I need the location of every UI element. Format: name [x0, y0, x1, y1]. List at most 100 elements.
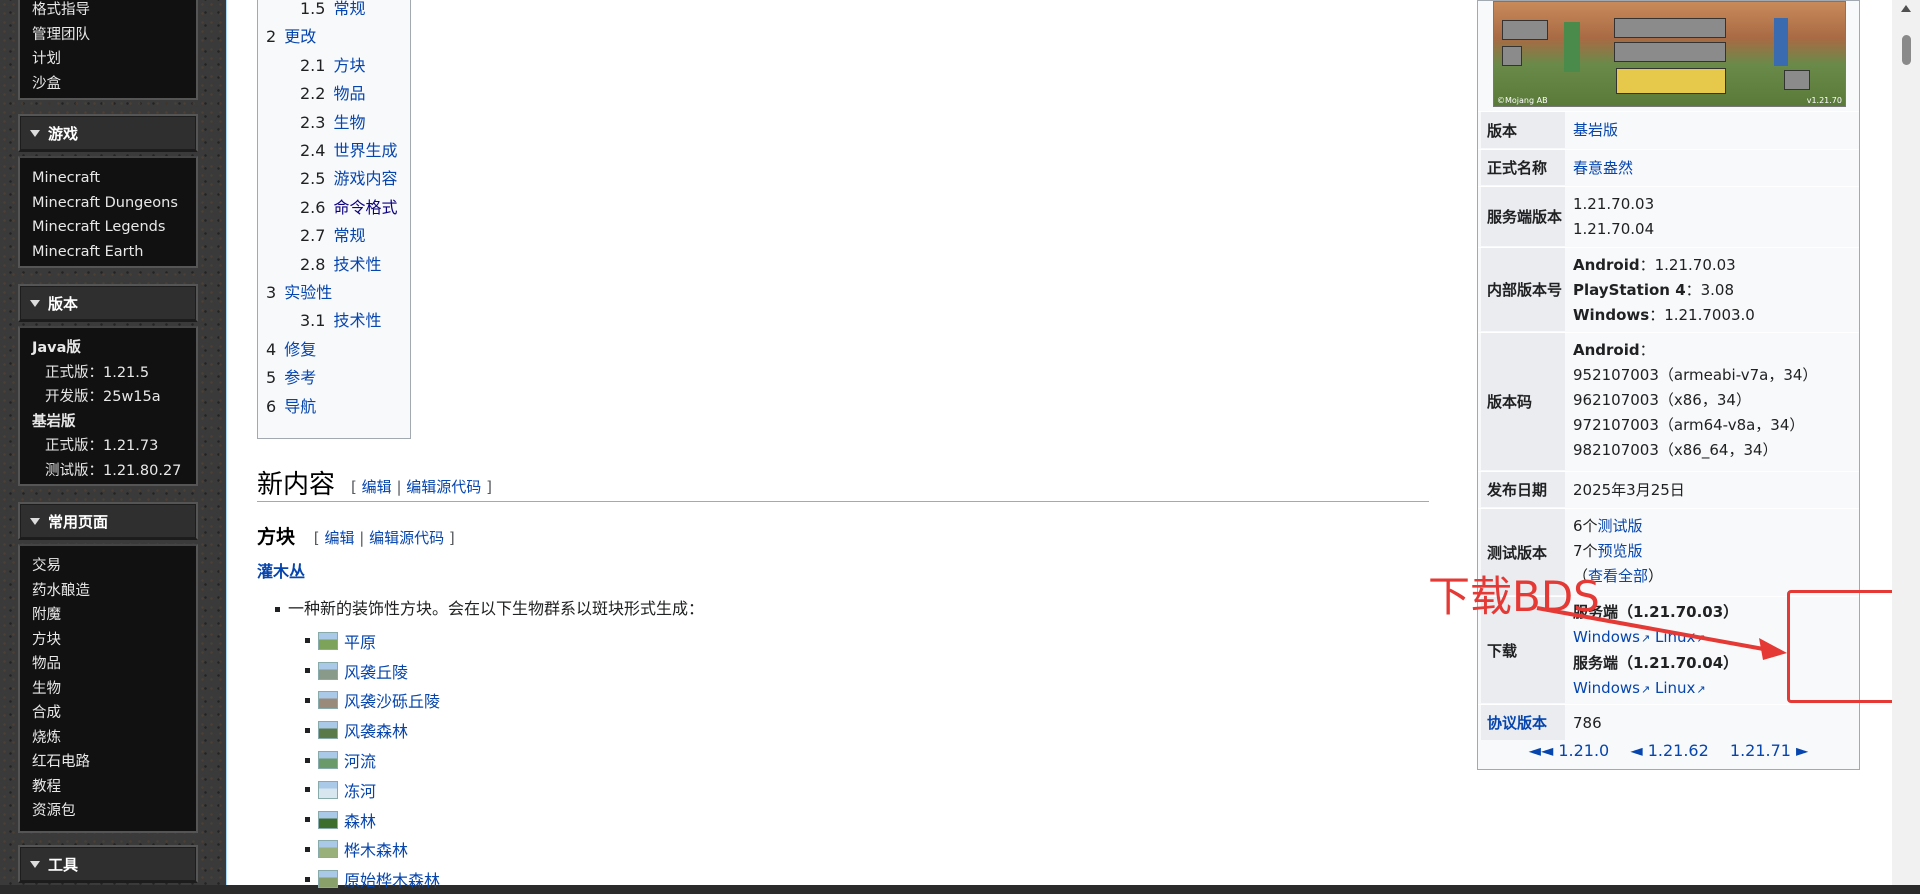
row-value: Android：1.21.70.03 PlayStation 4：3.08 Wi…: [1567, 248, 1856, 331]
toc-link[interactable]: 实验性: [284, 283, 332, 302]
portal-common-header[interactable]: 常用页面: [18, 502, 198, 540]
toc-item[interactable]: 3 实验性: [266, 279, 332, 307]
toc-item[interactable]: 2.5 游戏内容: [300, 165, 397, 193]
toc-item[interactable]: 4 修复: [266, 336, 316, 364]
biome-thumbnail-icon[interactable]: [318, 870, 338, 889]
sidebar-link[interactable]: 物品: [32, 652, 196, 677]
toc-item[interactable]: 6 导航: [266, 393, 316, 421]
toc-link[interactable]: 导航: [284, 397, 316, 416]
biome-link[interactable]: 平原: [344, 629, 376, 653]
toc-link[interactable]: 技术性: [333, 311, 381, 330]
scroll-up-arrow-icon[interactable]: [1901, 5, 1911, 12]
page-scrollbar[interactable]: [1892, 0, 1920, 885]
toc-item[interactable]: 5 参考: [266, 364, 316, 392]
edit-link[interactable]: 编辑: [324, 529, 354, 547]
biome-link[interactable]: 冻河: [344, 778, 376, 802]
sidebar-link[interactable]: 合成: [32, 701, 196, 726]
portal-tools-header[interactable]: 工具: [18, 845, 198, 883]
sidebar-link[interactable]: 生物: [32, 677, 196, 702]
list-item: 风袭森林: [305, 715, 440, 745]
toc-item[interactable]: 2.7 常规: [300, 222, 365, 250]
sidebar-link[interactable]: Minecraft: [32, 166, 196, 191]
sidebar-link[interactable]: 管理团队: [32, 23, 196, 48]
download-linux-link[interactable]: Linux↗: [1655, 679, 1706, 697]
biome-link[interactable]: 风袭沙砾丘陵: [344, 688, 440, 712]
sidebar-link[interactable]: 格式指导: [32, 0, 196, 23]
beta-link[interactable]: 测试版: [1598, 517, 1643, 535]
version-code: 982107003（x86_64，34）: [1573, 441, 1778, 459]
sidebar-link[interactable]: 正式版：1.21.73: [32, 434, 196, 459]
biome-thumbnail-icon[interactable]: [318, 751, 338, 770]
toc-link[interactable]: 更改: [284, 27, 316, 46]
sidebar-link[interactable]: 药水酿造: [32, 579, 196, 604]
toc-item[interactable]: 2.3 生物: [300, 109, 365, 137]
toc-item[interactable]: 3.1 技术性: [300, 307, 381, 335]
toc-link[interactable]: 方块: [333, 56, 365, 75]
biome-link[interactable]: 原始桦木森林: [344, 867, 440, 891]
download-windows-link[interactable]: Windows↗: [1573, 679, 1650, 697]
toc-link[interactable]: 世界生成: [333, 141, 397, 160]
toc-link[interactable]: 参考: [284, 368, 316, 387]
sidebar-link[interactable]: 正式版：1.21.5: [32, 361, 196, 386]
sidebar-link[interactable]: Minecraft Legends: [32, 215, 196, 240]
toc-link[interactable]: 游戏内容: [333, 169, 397, 188]
nav-prev-link[interactable]: ◄ 1.21.62: [1630, 741, 1708, 760]
toc-item[interactable]: 2 更改: [266, 23, 316, 51]
portal-versions-header[interactable]: 版本: [18, 284, 198, 322]
sidebar-link[interactable]: Minecraft Earth: [32, 240, 196, 265]
toc-link[interactable]: 命令格式: [333, 198, 397, 217]
edition-link[interactable]: 基岩版: [1573, 121, 1618, 139]
row-label: 版本码: [1481, 333, 1565, 470]
sidebar-link[interactable]: 测试版：1.21.80.27: [32, 459, 196, 484]
toc-item[interactable]: 2.6 命令格式: [300, 194, 397, 222]
toc-link[interactable]: 技术性: [333, 255, 381, 274]
edit-source-link[interactable]: 编辑源代码: [406, 478, 481, 496]
sidebar-link[interactable]: 开发版：25w15a: [32, 385, 196, 410]
nav-prev-major-link[interactable]: ◄◄ 1.21.0: [1529, 741, 1610, 760]
biome-link[interactable]: 森林: [344, 808, 376, 832]
sidebar-link[interactable]: 烧炼: [32, 726, 196, 751]
shrub-link[interactable]: 灌木丛: [257, 558, 305, 582]
preview-link[interactable]: 预览版: [1598, 542, 1643, 560]
edit-source-link[interactable]: 编辑源代码: [369, 529, 444, 547]
toc-link[interactable]: 物品: [333, 84, 365, 103]
sidebar-link[interactable]: 计划: [32, 47, 196, 72]
biome-link[interactable]: 风袭丘陵: [344, 659, 408, 683]
nav-next-link[interactable]: 1.21.71 ►: [1730, 741, 1808, 760]
sidebar-link[interactable]: 教程: [32, 775, 196, 800]
sidebar-link[interactable]: 基岩版: [32, 410, 196, 435]
edit-link[interactable]: 编辑: [362, 478, 392, 496]
official-name-link[interactable]: 春意盎然: [1573, 159, 1633, 177]
biome-thumbnail-icon[interactable]: [318, 661, 338, 680]
portal-games-header[interactable]: 游戏: [18, 114, 198, 152]
sidebar-link[interactable]: 方块: [32, 628, 196, 653]
biome-link[interactable]: 桦木森林: [344, 837, 408, 861]
biome-thumbnail-icon[interactable]: [318, 691, 338, 710]
sidebar-link[interactable]: Java版: [32, 336, 196, 361]
toc-link[interactable]: 常规: [333, 0, 365, 18]
toc-link[interactable]: 常规: [333, 226, 365, 245]
toc-item[interactable]: 2.2 物品: [300, 80, 365, 108]
biome-thumbnail-icon[interactable]: [318, 721, 338, 740]
toc-item[interactable]: 2.8 技术性: [300, 251, 381, 279]
biome-link[interactable]: 风袭森林: [344, 718, 408, 742]
biome-thumbnail-icon[interactable]: [318, 780, 338, 799]
scroll-thumb[interactable]: [1902, 35, 1911, 65]
toc-item[interactable]: 2.4 世界生成: [300, 137, 397, 165]
sidebar-link[interactable]: 沙盒: [32, 72, 196, 97]
sidebar-link[interactable]: Minecraft Dungeons: [32, 191, 196, 216]
toc-link[interactable]: 修复: [284, 340, 316, 359]
sidebar-link[interactable]: 附魔: [32, 603, 196, 628]
sidebar-link[interactable]: 资源包: [32, 799, 196, 824]
biome-thumbnail-icon[interactable]: [318, 840, 338, 859]
biome-thumbnail-icon[interactable]: [318, 810, 338, 829]
protocol-link[interactable]: 协议版本: [1487, 712, 1547, 733]
screenshot-image[interactable]: ©Mojang AB v1.21.70: [1493, 1, 1846, 107]
toc-item[interactable]: 2.1 方块: [300, 52, 365, 80]
sidebar-link[interactable]: 交易: [32, 554, 196, 579]
toc-item[interactable]: 1.5 常规: [300, 0, 365, 23]
biome-thumbnail-icon[interactable]: [318, 631, 338, 650]
sidebar-link[interactable]: 红石电路: [32, 750, 196, 775]
biome-link[interactable]: 河流: [344, 748, 376, 772]
toc-link[interactable]: 生物: [333, 113, 365, 132]
